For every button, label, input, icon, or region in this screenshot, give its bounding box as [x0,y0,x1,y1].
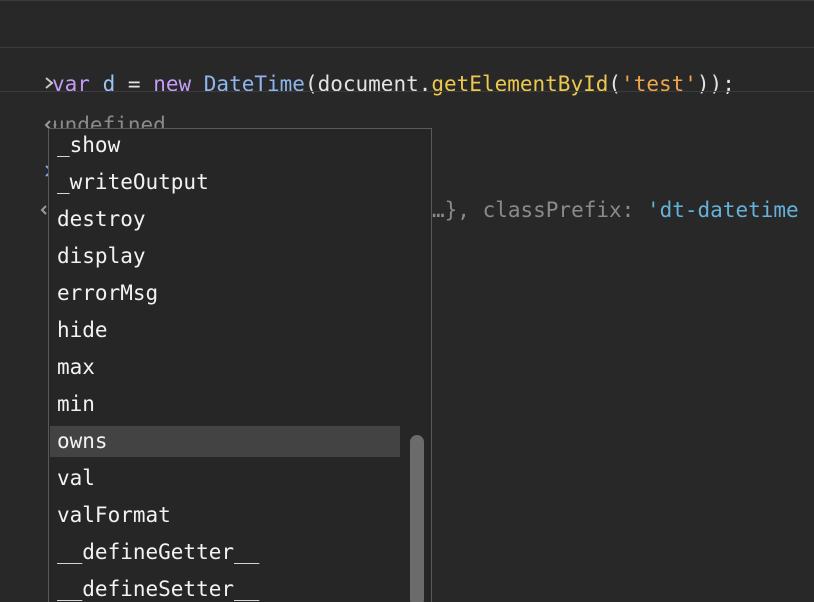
autocomplete-item[interactable]: __defineSetter__ [50,574,400,602]
preview-colon: : [621,198,647,222]
autocomplete-popup[interactable]: _show _writeOutputdestroy display errorMsg h… [48,128,432,602]
separator [0,91,814,92]
autocomplete-item[interactable]: _writeOutput [50,167,400,198]
separator-top [0,0,814,1]
autocomplete-item[interactable]: val [50,463,400,494]
autocomplete-item[interactable]: destroy [50,204,400,235]
autocomplete-item[interactable]: owns [50,426,400,457]
autocomplete-item[interactable]: min [50,389,400,420]
autocomplete-scrollbar[interactable] [401,129,431,602]
preview-prefix: …}, [432,198,483,222]
separator [0,47,814,48]
autocomplete-item[interactable]: max [50,352,400,383]
return-arrow-icon [16,168,53,252]
preview-prop: classPrefix [482,198,622,222]
preview-value: 'dt-datetime [646,198,799,222]
autocomplete-item[interactable]: _show [50,130,400,161]
autocomplete-item[interactable]: errorMsg [50,278,400,309]
autocomplete-item[interactable]: valFormat [50,500,400,531]
preview-text: …}, classPrefix: 'dt-datetime [432,196,799,224]
scrollbar-thumb[interactable] [410,435,424,602]
autocomplete-item[interactable]: display [50,241,400,272]
autocomplete-item[interactable]: __defineGetter__ [50,537,400,568]
autocomplete-item[interactable]: hide [50,315,400,346]
